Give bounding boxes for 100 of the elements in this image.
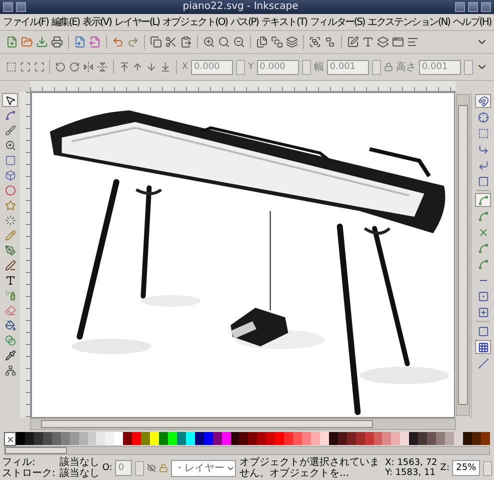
color-swatch[interactable] (159, 432, 168, 445)
lower-to-bottom-icon[interactable] (160, 61, 171, 73)
color-swatch[interactable] (427, 432, 436, 445)
menu-item[interactable]: 編集(E) (50, 15, 80, 29)
snap-button[interactable] (475, 340, 491, 354)
calligraphy-pen-icon[interactable] (4, 260, 16, 270)
zoom-icon[interactable] (218, 36, 230, 48)
square-icon[interactable] (478, 326, 488, 336)
select-all-icon[interactable] (6, 61, 17, 73)
align-icon[interactable] (407, 36, 419, 48)
color-swatch[interactable] (141, 432, 150, 445)
star-icon[interactable] (4, 200, 16, 210)
stack-icon[interactable] (271, 36, 283, 48)
spin-button[interactable] (482, 460, 492, 476)
color-swatch[interactable] (114, 432, 124, 445)
color-swatch[interactable] (248, 432, 258, 445)
undo-icon[interactable] (112, 36, 124, 48)
paste-icon[interactable] (180, 36, 192, 48)
circle-icon[interactable] (4, 184, 16, 196)
snap-button[interactable] (475, 94, 491, 108)
close-button[interactable] (481, 2, 491, 12)
files-icon[interactable] (256, 36, 268, 48)
zoom-field[interactable]: 25% (452, 460, 480, 476)
color-swatch[interactable] (150, 432, 159, 445)
corner-icon[interactable] (478, 144, 488, 154)
scrollbar-thumb[interactable] (458, 105, 468, 405)
menu-item[interactable]: フィルター(S) (308, 15, 366, 29)
grid-icon[interactable] (478, 342, 488, 352)
flip-horizontal-icon[interactable] (83, 61, 94, 73)
pointer-icon[interactable] (4, 94, 16, 106)
magnet-icon[interactable] (478, 96, 488, 106)
window-icon[interactable] (392, 36, 404, 48)
color-swatch[interactable] (105, 432, 114, 445)
plus-square-icon[interactable] (478, 306, 488, 318)
color-swatch[interactable] (382, 432, 392, 445)
scrollbar-thumb[interactable] (5, 447, 67, 454)
scissors-icon[interactable] (165, 36, 177, 48)
vertical-scrollbar[interactable] (456, 94, 470, 416)
color-swatch[interactable] (16, 432, 25, 445)
cube-icon[interactable] (4, 170, 16, 180)
zoom-icon[interactable] (4, 140, 16, 150)
scrollbar-thumb[interactable] (41, 420, 373, 428)
curve-icon[interactable] (478, 194, 488, 206)
corner-icon[interactable] (478, 160, 488, 170)
flip-vertical-icon[interactable] (96, 61, 108, 73)
slash-icon[interactable] (478, 358, 488, 368)
folder-icon[interactable] (21, 36, 33, 48)
ungroup-icon[interactable] (324, 36, 336, 48)
cross-icon[interactable] (478, 226, 488, 238)
raise-icon[interactable] (132, 61, 144, 73)
scan-icon[interactable] (20, 61, 31, 73)
layers-icon[interactable] (286, 36, 298, 48)
pen-icon[interactable] (4, 244, 16, 256)
printer-icon[interactable] (51, 36, 63, 48)
raise-to-top-icon[interactable] (118, 61, 130, 73)
layer-dropdown[interactable]: ・レイヤー (171, 460, 236, 476)
zoom-out-icon[interactable] (233, 36, 245, 48)
connector-icon[interactable] (4, 364, 16, 376)
dashed-square-icon[interactable] (478, 128, 488, 138)
color-swatch[interactable] (400, 432, 410, 445)
export-icon[interactable] (89, 36, 101, 48)
menu-item[interactable]: オブジェクト(O) (161, 15, 228, 29)
menu-item[interactable]: テキスト(T) (260, 15, 308, 29)
rotate-right-icon[interactable] (69, 61, 80, 73)
horizontal-scrollbar[interactable] (30, 418, 456, 430)
copy-icon[interactable] (150, 36, 162, 48)
snap-button[interactable] (475, 193, 491, 207)
curve-icon[interactable] (478, 242, 488, 254)
spin-button[interactable] (236, 60, 246, 74)
minimize-button[interactable] (455, 2, 465, 12)
paint-bucket-icon[interactable] (4, 320, 16, 330)
color-swatch[interactable] (436, 432, 445, 445)
color-swatch[interactable] (391, 432, 400, 445)
color-swatch[interactable] (123, 432, 132, 445)
color-swatch[interactable] (257, 432, 266, 445)
rotate-left-icon[interactable] (55, 61, 66, 73)
redo-icon[interactable] (127, 36, 139, 48)
menu-item[interactable]: ファイル(F) (2, 15, 50, 29)
palette-scrollbar[interactable] (4, 446, 490, 455)
color-swatch[interactable] (302, 432, 311, 445)
text-icon[interactable] (4, 274, 16, 286)
curve-icon[interactable] (478, 210, 488, 222)
new-file-icon[interactable] (6, 36, 18, 48)
import-icon[interactable] (74, 36, 86, 48)
zoom-in-icon[interactable] (203, 36, 215, 48)
spin-button[interactable] (372, 60, 381, 74)
brush-icon[interactable] (4, 124, 16, 136)
color-swatch[interactable] (409, 432, 418, 445)
color-swatch[interactable] (96, 432, 106, 445)
color-swatch[interactable] (275, 432, 284, 445)
lock-icon[interactable] (384, 62, 393, 72)
pencil-icon[interactable] (4, 230, 16, 240)
curve-icon[interactable] (478, 258, 488, 270)
color-swatch[interactable] (132, 432, 142, 445)
color-swatch[interactable] (239, 432, 248, 445)
eyedropper-icon[interactable] (4, 350, 16, 360)
eye-icon[interactable] (147, 463, 156, 473)
dot-square-icon[interactable] (478, 290, 488, 302)
menu-item[interactable]: エクステンション(N) (366, 15, 451, 29)
tool-button[interactable] (2, 93, 18, 107)
